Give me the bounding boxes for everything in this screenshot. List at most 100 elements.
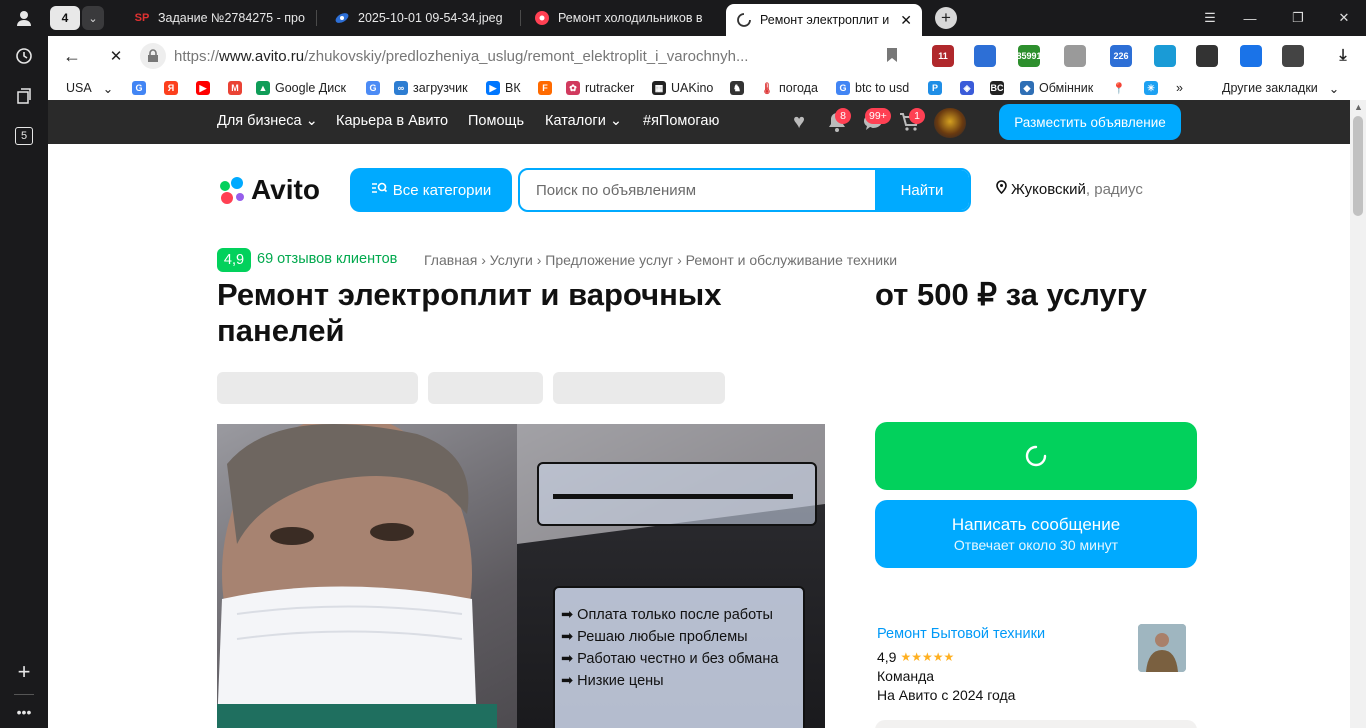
avito-logo[interactable]: Avito [217, 174, 320, 206]
bookmark-favicon-icon: 📍 [1112, 81, 1126, 95]
breadcrumb-item[interactable]: Главная [424, 252, 477, 268]
favorites-heart-icon[interactable]: ♥ [787, 110, 811, 134]
bookmark-item[interactable]: ✿ rutracker [566, 79, 634, 97]
breadcrumb-item[interactable]: Ремонт и обслуживание техники [686, 252, 897, 268]
send-message-button[interactable]: Написать сообщение Отвечает около 30 мин… [875, 500, 1197, 568]
bookmark-item[interactable]: ∞ загрузчик [394, 79, 468, 97]
bookmark-item[interactable]: ▶ ВК [486, 79, 521, 97]
back-icon[interactable]: ← [60, 44, 84, 68]
bookmark-favicon-icon: BC [990, 81, 1004, 95]
ext-download-icon[interactable] [1240, 45, 1262, 67]
ext-226-icon[interactable]: 226 [1110, 45, 1132, 67]
nav-career[interactable]: Карьера в Авито [336, 113, 448, 129]
show-phone-button[interactable] [875, 422, 1197, 490]
url-field[interactable]: https://www.avito.ru/zhukovskiy/predlozh… [140, 40, 890, 72]
seller-name-link[interactable]: Ремонт Бытовой техники [877, 626, 1045, 642]
tab-list-chevron-icon[interactable]: ⌄ [82, 6, 104, 30]
ext-globe-icon[interactable] [974, 45, 996, 67]
ext-85991-icon[interactable]: 85991 [1016, 45, 1042, 67]
bookmark-item[interactable]: M [228, 79, 242, 97]
stop-loading-icon[interactable]: ✕ [104, 44, 128, 68]
bookmark-item[interactable]: Я [164, 79, 178, 97]
downloads-icon[interactable]: ⤓ [1332, 45, 1354, 67]
nav-business[interactable]: Для бизнеса ⌄ [217, 113, 318, 129]
tab-counter[interactable]: 4 [50, 6, 80, 30]
breadcrumb-item[interactable]: Услуги [490, 252, 533, 268]
scroll-up-icon[interactable]: ▲ [1354, 102, 1363, 112]
user-avatar[interactable] [934, 108, 966, 138]
listing-photo[interactable]: ➡ Оплата только после работы ➡ Решаю люб… [217, 424, 825, 728]
post-ad-button[interactable]: Разместить объявление [999, 104, 1181, 140]
add-icon[interactable]: + [12, 659, 36, 684]
seller-avatar[interactable] [1138, 624, 1186, 672]
bookmark-favicon-icon: M [228, 81, 242, 95]
menu-icon[interactable]: ☰ [1196, 6, 1224, 30]
more-bookmarks-button[interactable]: » [1176, 79, 1183, 97]
bookmark-item[interactable]: ▶ [196, 79, 210, 97]
breadcrumb-item[interactable]: Предложение услуг [545, 252, 673, 268]
new-tab-button[interactable]: + [935, 7, 957, 29]
other-bookmarks-button[interactable]: Другие закладки ⌄ [1222, 79, 1339, 97]
reviews-link[interactable]: 69 отзывов клиентов [257, 251, 397, 267]
bookmark-favicon-icon: P [928, 81, 942, 95]
bookmark-favicon-icon: G [366, 81, 380, 95]
lock-icon[interactable] [140, 43, 166, 69]
bookmark-item[interactable]: ◈ [960, 79, 974, 97]
bookmark-item[interactable]: USA ⌄ [66, 79, 113, 97]
bookmark-favicon-icon: F [538, 81, 552, 95]
search-input[interactable]: Поиск по объявлениям [520, 170, 875, 210]
avito-page: Для бизнеса ⌄ Карьера в Авито Помощь Кат… [48, 100, 1350, 728]
bookmark-favicon-icon: 🌡 [760, 81, 774, 95]
tab-2[interactable]: 2025-10-01 09-54-34.jpeg [324, 4, 514, 32]
bookmark-item[interactable]: Gbtc to usd [836, 79, 909, 97]
nav-catalogs[interactable]: Каталоги ⌄ [545, 113, 622, 129]
bookmark-item[interactable]: F [538, 79, 552, 97]
price: от 500 ₽ за услугу [875, 277, 1147, 312]
close-tab-icon[interactable]: ✕ [900, 12, 912, 29]
bookmark-item[interactable]: ♞ [730, 79, 744, 97]
bookmark-item[interactable]: 📍 [1112, 79, 1126, 97]
bookmark-label: Google Диск [275, 81, 346, 95]
collections-icon[interactable] [12, 84, 36, 108]
bookmark-icon[interactable] [886, 47, 898, 67]
minimize-icon[interactable]: — [1236, 6, 1264, 30]
bookmark-item[interactable]: G [366, 79, 380, 97]
ext-arrow-icon[interactable] [1196, 45, 1218, 67]
page-scrollbar[interactable]: ▲ [1350, 100, 1366, 728]
bookmark-item[interactable]: G [132, 79, 146, 97]
profile-icon[interactable] [12, 6, 36, 30]
nav-help-tag[interactable]: #яПомогаю [643, 113, 719, 129]
bookmark-favicon-icon: ▲ [256, 81, 270, 95]
restore-icon[interactable]: ❐ [1284, 6, 1312, 30]
tab-1[interactable]: SP Задание №2784275 - про [124, 4, 310, 32]
nav-help[interactable]: Помощь [468, 113, 524, 129]
bookmark-item[interactable]: ▲ Google Диск [256, 79, 346, 97]
bookmark-item[interactable]: ◆ Обмінник [1020, 79, 1093, 97]
history-icon[interactable] [12, 44, 36, 68]
bookmark-item[interactable]: ▦ UAKino [652, 79, 713, 97]
close-window-icon[interactable]: ✕ [1330, 6, 1358, 30]
categories-search-icon [371, 181, 387, 199]
more-icon[interactable]: ••• [12, 700, 36, 724]
ext-11-icon[interactable]: 11 [932, 45, 954, 67]
bookmark-item[interactable]: 🌡 погода [760, 79, 818, 97]
all-categories-button[interactable]: Все категории [350, 168, 512, 212]
tab-3[interactable]: Ремонт холодильников в [524, 4, 720, 32]
scrollbar-thumb[interactable] [1353, 116, 1363, 216]
bookmark-item[interactable]: BC [990, 79, 1004, 97]
bookmark-favicon-icon: ▦ [652, 81, 666, 95]
location-selector[interactable]: Жуковский, радиус [996, 180, 1143, 198]
ext-diamond-icon[interactable] [1154, 45, 1176, 67]
bookmark-item[interactable]: P [928, 79, 942, 97]
search-button[interactable]: Найти [875, 170, 969, 210]
rating-stars-icon: ★★★★★ [900, 650, 955, 664]
tab-4-active[interactable]: Ремонт электроплит и в ✕ [726, 4, 922, 36]
sidebar-counter-icon[interactable]: 5 [12, 124, 36, 148]
ext-puzzle-icon[interactable] [1282, 45, 1304, 67]
sp-icon: SP [134, 12, 150, 24]
ext-suitcase-icon[interactable] [1064, 45, 1086, 67]
bookmark-label: rutracker [585, 81, 635, 95]
bookmarks-bar: USA ⌄ G Я ▶ M ▲ Google Диск G ∞ загрузчик ▶ ВК F ✿ rutr… [48, 76, 1366, 100]
location-pin-icon [996, 180, 1007, 198]
bookmark-item[interactable]: ✳ [1144, 79, 1158, 97]
